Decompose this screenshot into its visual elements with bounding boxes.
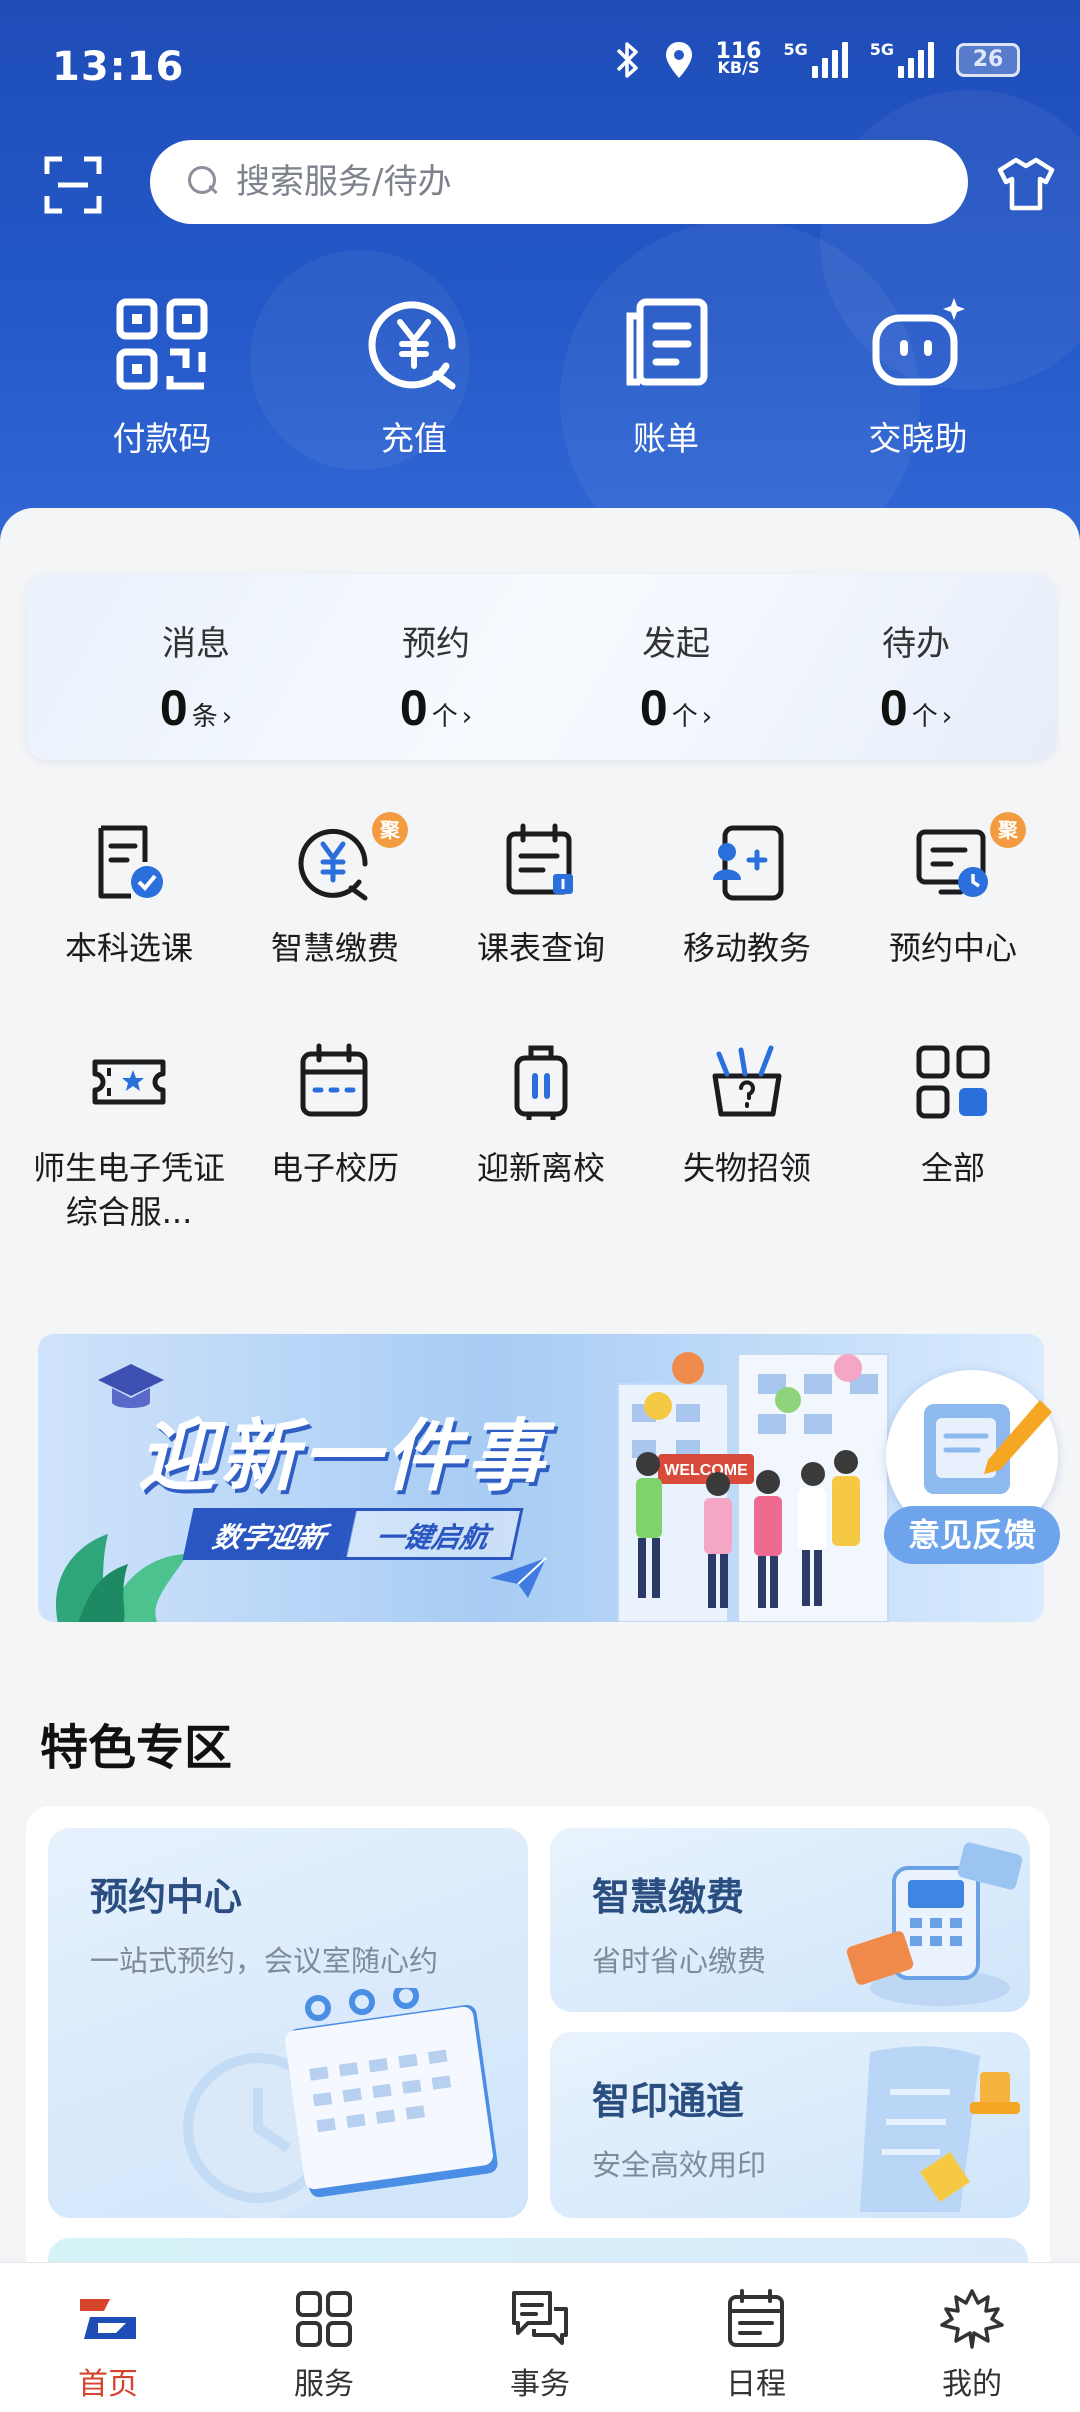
featured-section-title: 特色专区 — [40, 1720, 233, 1776]
scan-icon[interactable] — [44, 156, 102, 214]
service-booking-center[interactable]: 聚 预约中心 — [850, 812, 1056, 1040]
pos-terminal-illustration — [846, 1842, 1023, 2006]
calendar-icon — [300, 1043, 368, 1117]
service-timetable[interactable]: 课表查询 — [438, 820, 644, 1040]
search-bar[interactable] — [150, 140, 968, 224]
service-mobile-academic[interactable]: 移动教务 — [644, 820, 850, 1040]
signal-1-icon: 5G — [783, 42, 848, 78]
affairs-icon — [512, 2291, 568, 2345]
e-credential-icon — [92, 1059, 166, 1105]
service-lost-found[interactable]: 失物招领 — [644, 1040, 850, 1260]
battery-indicator: 26 — [956, 43, 1020, 77]
qr-code-icon — [116, 298, 208, 390]
chevron-right-icon: › — [941, 702, 953, 732]
aggregate-badge: 聚 — [372, 812, 408, 848]
chevron-right-icon: › — [221, 702, 233, 732]
chevron-right-icon: › — [461, 702, 473, 732]
tab-affairs[interactable]: 事务 — [432, 2263, 648, 2412]
banner-tags: 数字迎新 一键启航 — [182, 1508, 524, 1560]
banner-title: 迎新一件事 — [138, 1412, 549, 1502]
yuan-recharge-icon — [368, 301, 456, 390]
tab-schedule[interactable]: 日程 — [648, 2263, 864, 2412]
profile-maple-icon — [940, 2289, 1004, 2349]
building-illustration: WELCOME — [617, 1352, 889, 1622]
header-background: 13:16 116 KB/S 5G 5G 26 搜索服务/待办 付款码 充值 账… — [0, 0, 1080, 560]
booking-center-icon — [916, 829, 988, 897]
chevron-right-icon: › — [701, 702, 713, 732]
service-grid: 本科选课 聚 智慧缴费 课表查询 移动教务 聚 预约中心 师生电子凭证综合服..… — [0, 812, 1080, 1260]
net-speed: 116 KB/S — [715, 39, 762, 77]
featured-card-payment[interactable]: 智慧缴费 省时省心缴费 — [550, 1828, 1030, 2012]
tab-profile[interactable]: 我的 — [864, 2263, 1080, 2412]
course-select-icon — [98, 825, 163, 899]
bottom-tab-bar: 首页 服务 事务 日程 我的 — [0, 2262, 1080, 2412]
quick-payment-code[interactable]: 付款码 — [36, 296, 288, 466]
search-input[interactable] — [236, 162, 836, 202]
counter-panel: 消息 0 条 › 预约 0 个 › 发起 0 个 › 待办 0 个 › — [26, 574, 1056, 760]
feedback-button[interactable]: 意见反馈 — [880, 1370, 1060, 1590]
all-apps-icon — [916, 1045, 990, 1119]
bill-icon — [626, 298, 708, 386]
featured-card-seal[interactable]: 智印通道 安全高效用印 — [550, 2032, 1030, 2218]
status-bar: 13:16 116 KB/S 5G 5G 26 — [0, 0, 1080, 140]
counter-todo[interactable]: 待办 0 个 › — [796, 574, 1036, 760]
home-icon — [80, 2299, 136, 2339]
service-all[interactable]: 全部 — [850, 1040, 1056, 1260]
service-smart-payment[interactable]: 聚 智慧缴费 — [232, 812, 438, 1040]
quick-recharge[interactable]: 充值 — [288, 296, 540, 466]
calendar-clock-illustration — [168, 1988, 498, 2218]
signal-2-icon: 5G — [870, 42, 934, 78]
status-time: 13:16 — [52, 44, 185, 90]
paper-plane-icon — [490, 1557, 547, 1598]
search-icon — [188, 166, 220, 198]
service-course-select[interactable]: 本科选课 — [26, 820, 232, 1040]
smart-payment-icon — [298, 828, 368, 901]
seal-document-illustration — [860, 2046, 1020, 2212]
featured-card-booking[interactable]: 预约中心 一站式预约，会议室随心约 — [48, 1828, 528, 2218]
tab-services[interactable]: 服务 — [216, 2263, 432, 2412]
feedback-edit-icon — [924, 1400, 1052, 1494]
counter-bookings[interactable]: 预约 0 个 › — [316, 574, 556, 760]
service-e-calendar[interactable]: 电子校历 — [232, 1040, 438, 1260]
quick-bill[interactable]: 账单 — [540, 296, 792, 466]
location-icon — [665, 42, 692, 78]
service-e-credential[interactable]: 师生电子凭证综合服... — [26, 1040, 232, 1260]
quick-assistant[interactable]: 交晓助 — [792, 296, 1044, 466]
service-enrollment-leaving[interactable]: 迎新离校 — [438, 1040, 644, 1260]
timetable-icon — [506, 823, 573, 895]
schedule-icon — [728, 2289, 784, 2347]
aggregate-badge: 聚 — [990, 812, 1026, 848]
welcome-sign-text: WELCOME — [664, 1462, 748, 1479]
assistant-robot-icon — [872, 298, 965, 386]
counter-initiated[interactable]: 发起 0 个 › — [556, 574, 796, 760]
theme-shirt-icon[interactable] — [996, 154, 1056, 214]
bluetooth-icon — [616, 42, 638, 78]
tab-home[interactable]: 首页 — [0, 2263, 216, 2412]
services-grid-icon — [296, 2291, 352, 2347]
mobile-academic-icon — [713, 825, 784, 901]
quick-actions: 付款码 充值 账单 交晓助 — [0, 296, 1080, 466]
lost-found-icon — [712, 1045, 782, 1117]
counter-messages[interactable]: 消息 0 条 › — [76, 574, 316, 760]
luggage-icon — [514, 1045, 568, 1120]
